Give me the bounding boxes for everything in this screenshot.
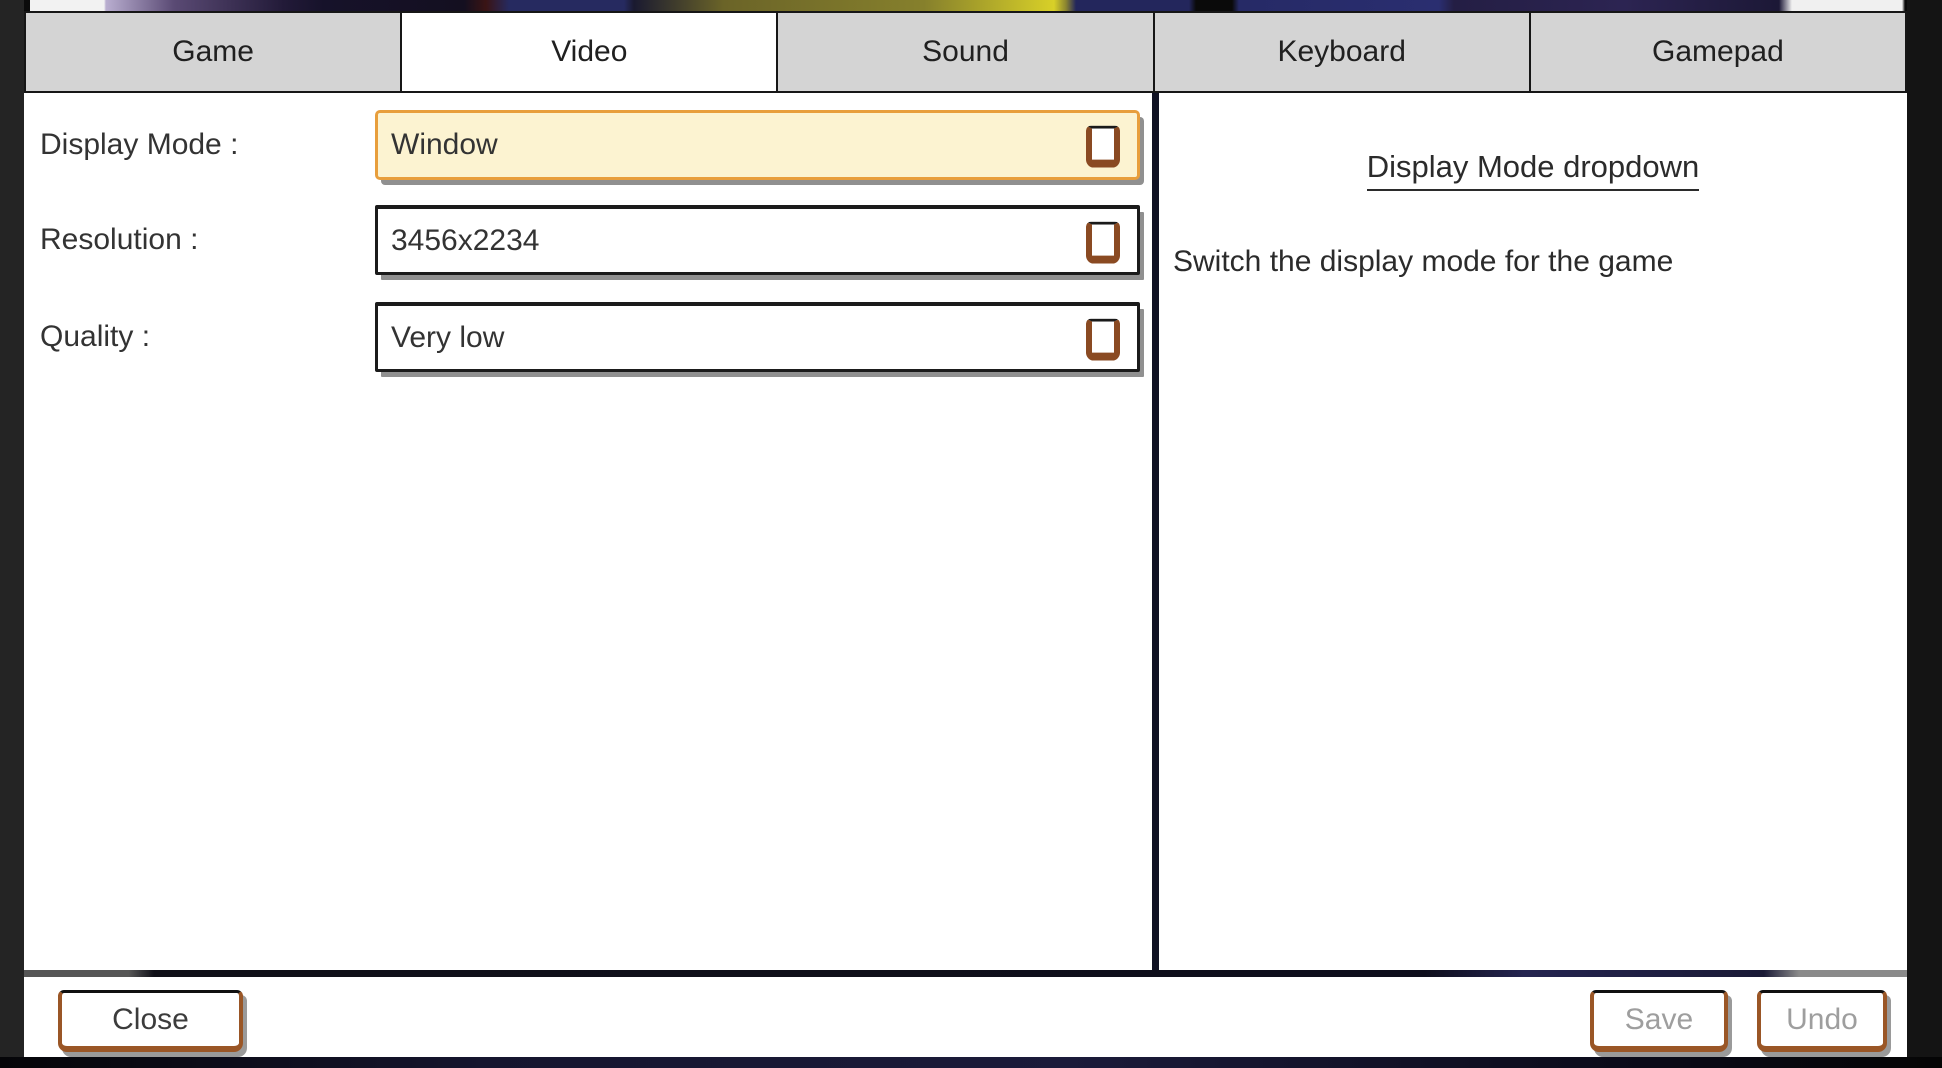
- quality-row: Quality : Very low: [40, 302, 1148, 372]
- tab-sound[interactable]: Sound: [776, 11, 1154, 93]
- save-button[interactable]: Save: [1590, 990, 1728, 1052]
- settings-window: Game Video Sound Keyboard Gamepad Displa…: [0, 0, 1942, 1068]
- bottom-frame: [0, 1057, 1942, 1068]
- dropdown-page-icon: [1086, 126, 1120, 168]
- quality-value: Very low: [391, 321, 504, 355]
- quality-dropdown[interactable]: Very low: [375, 302, 1140, 372]
- display-mode-dropdown[interactable]: Window: [375, 110, 1140, 180]
- tab-gamepad[interactable]: Gamepad: [1529, 11, 1907, 93]
- dropdown-page-icon: [1086, 318, 1120, 360]
- undo-button[interactable]: Undo: [1757, 990, 1887, 1052]
- resolution-row: Resolution : 3456x2234: [40, 205, 1148, 275]
- help-description: Switch the display mode for the game: [1159, 245, 1907, 279]
- footer-divider: [24, 970, 1907, 977]
- help-title-wrap: Display Mode dropdown: [1159, 149, 1907, 191]
- right-frame: [1907, 0, 1942, 1068]
- help-title: Display Mode dropdown: [1367, 149, 1700, 191]
- resolution-value: 3456x2234: [391, 224, 539, 258]
- tab-game[interactable]: Game: [24, 11, 402, 93]
- display-mode-value: Window: [391, 128, 498, 162]
- video-settings-panel: Display Mode : Window Resolution : 3456x…: [24, 93, 1152, 970]
- quality-label: Quality :: [40, 320, 375, 354]
- close-button[interactable]: Close: [58, 990, 243, 1052]
- tab-video[interactable]: Video: [400, 11, 778, 93]
- dropdown-page-icon: [1086, 221, 1120, 263]
- resolution-label: Resolution :: [40, 223, 375, 257]
- display-mode-row: Display Mode : Window: [40, 110, 1148, 180]
- resolution-dropdown[interactable]: 3456x2234: [375, 205, 1140, 275]
- tab-keyboard[interactable]: Keyboard: [1153, 11, 1531, 93]
- help-panel: Display Mode dropdown Switch the display…: [1152, 93, 1907, 970]
- settings-tab-bar: Game Video Sound Keyboard Gamepad: [24, 11, 1907, 93]
- footer-bar: Close Save Undo: [24, 977, 1907, 1057]
- display-mode-label: Display Mode :: [40, 128, 375, 162]
